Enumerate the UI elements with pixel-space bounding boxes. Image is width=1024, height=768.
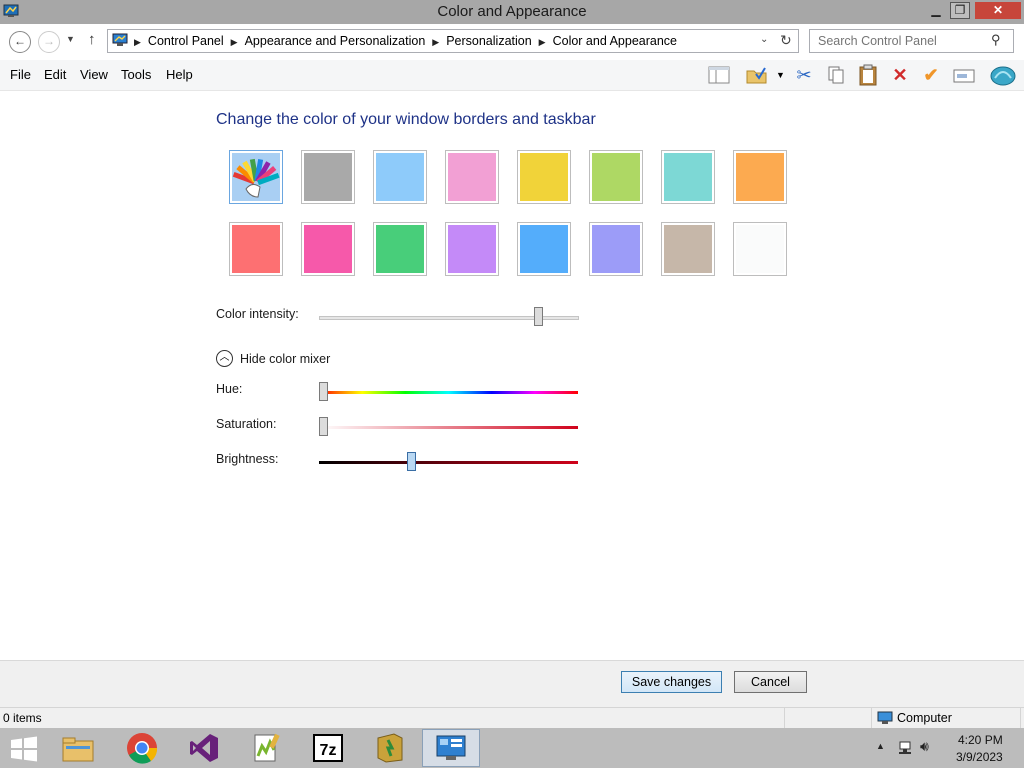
- paste-icon[interactable]: [855, 63, 881, 87]
- address-row: ← → ▼ ↑ ▶ Control Panel ▶ Appearance and Pe…: [0, 24, 1024, 60]
- brightness-slider-thumb[interactable]: [406, 452, 416, 471]
- collapse-chevron-up-icon[interactable]: ︿: [216, 350, 233, 367]
- color-swatch[interactable]: [517, 222, 571, 276]
- color-swatch[interactable]: [301, 150, 355, 204]
- breadcrumb-control-panel[interactable]: Control Panel: [148, 34, 224, 48]
- file-explorer-icon[interactable]: [49, 729, 107, 767]
- save-changes-button[interactable]: Save changes: [621, 671, 722, 693]
- saturation-slider-track[interactable]: [319, 426, 578, 429]
- chrome-icon[interactable]: [113, 729, 171, 767]
- color-swatch[interactable]: [661, 222, 715, 276]
- hue-label: Hue:: [216, 382, 243, 396]
- menu-help[interactable]: Help: [166, 67, 193, 82]
- color-swatch[interactable]: [373, 222, 427, 276]
- window-title: Color and Appearance: [437, 3, 587, 20]
- breadcrumb-color-appearance[interactable]: Color and Appearance: [553, 34, 677, 48]
- color-swatch[interactable]: [661, 150, 715, 204]
- notepad-plus-plus-icon[interactable]: [237, 729, 295, 767]
- cut-icon[interactable]: ✂: [791, 63, 817, 87]
- back-button[interactable]: ←: [9, 31, 31, 53]
- delete-icon[interactable]: ✕: [887, 63, 913, 87]
- breadcrumb-separator-icon[interactable]: ▶: [134, 37, 141, 47]
- volume-icon[interactable]: 🔊︎: [920, 738, 929, 755]
- shell-icon[interactable]: [990, 63, 1016, 87]
- breadcrumb-separator-icon[interactable]: ▶: [231, 37, 238, 47]
- color-swatch[interactable]: [229, 222, 283, 276]
- search-input[interactable]: [818, 34, 988, 48]
- menu-view[interactable]: View: [80, 67, 108, 82]
- computer-icon: [877, 711, 893, 728]
- color-swatch[interactable]: [373, 150, 427, 204]
- minimize-button[interactable]: ▁: [924, 2, 948, 19]
- pane-icon[interactable]: [706, 63, 732, 87]
- book-icon[interactable]: [361, 729, 419, 767]
- up-arrow-icon[interactable]: ↑: [88, 31, 96, 48]
- breadcrumb: ▶ Control Panel ▶ Appearance and Personaliz…: [134, 34, 677, 48]
- automatic-color-swatch[interactable]: [229, 150, 283, 204]
- status-separator: [1020, 708, 1021, 729]
- svg-text:7z: 7z: [320, 742, 337, 759]
- forward-button[interactable]: →: [38, 31, 60, 53]
- refresh-icon[interactable]: ↻: [780, 32, 792, 49]
- control-panel-icon[interactable]: [422, 729, 480, 767]
- breadcrumb-appearance[interactable]: Appearance and Personalization: [245, 34, 426, 48]
- color-fan-icon: [232, 158, 280, 198]
- status-bar: 0 items Computer: [0, 707, 1024, 729]
- show-hidden-icons-arrow-icon[interactable]: ▲: [876, 741, 885, 751]
- hue-slider-track[interactable]: [319, 391, 578, 394]
- color-swatch[interactable]: [445, 150, 499, 204]
- start-windows-icon[interactable]: [0, 729, 48, 767]
- address-bar[interactable]: ▶ Control Panel ▶ Appearance and Personaliz…: [107, 29, 799, 53]
- maximize-button[interactable]: ❐: [950, 2, 970, 19]
- copy-icon[interactable]: [823, 63, 849, 87]
- rename-icon[interactable]: [951, 63, 977, 87]
- footer: [0, 661, 1024, 707]
- clock-date[interactable]: 3/9/2023: [956, 750, 1003, 764]
- menu-bar: File Edit View Tools Help ▼ ✂ ✕ ✔: [0, 60, 1024, 91]
- folder-check-icon[interactable]: [744, 63, 770, 87]
- color-swatch[interactable]: [517, 150, 571, 204]
- control-panel-icon: [112, 33, 128, 46]
- status-item-count: 0 items: [3, 711, 42, 725]
- hide-color-mixer-link[interactable]: Hide color mixer: [240, 352, 330, 366]
- page-heading: Change the color of your window borders …: [216, 111, 596, 128]
- color-swatch[interactable]: [733, 150, 787, 204]
- cancel-button[interactable]: Cancel: [734, 671, 807, 693]
- color-swatch[interactable]: [445, 222, 499, 276]
- clock-time[interactable]: 4:20 PM: [958, 733, 1003, 747]
- title-bar: Color and Appearance ▁ ❐ ✕: [0, 0, 1024, 24]
- check-icon[interactable]: ✔: [918, 63, 944, 87]
- breadcrumb-separator-icon[interactable]: ▶: [539, 37, 546, 47]
- saturation-slider-thumb[interactable]: [319, 417, 328, 436]
- address-dropdown-chevron-icon[interactable]: ⌄: [760, 34, 768, 45]
- taskbar: 7z ▲ 🔊︎: [0, 728, 1024, 768]
- search-icon[interactable]: ⚲: [991, 32, 1001, 48]
- menu-edit[interactable]: Edit: [44, 67, 66, 82]
- menu-file[interactable]: File: [10, 67, 31, 82]
- brightness-label: Brightness:: [216, 452, 279, 466]
- close-button[interactable]: ✕: [975, 2, 1021, 19]
- status-location: Computer: [897, 711, 952, 725]
- color-swatch[interactable]: [589, 222, 643, 276]
- breadcrumb-personalization[interactable]: Personalization: [446, 34, 531, 48]
- color-intensity-label: Color intensity:: [216, 307, 299, 321]
- network-icon[interactable]: [898, 739, 914, 758]
- status-separator: [784, 708, 785, 729]
- organize-dropdown-icon[interactable]: ▼: [776, 70, 785, 80]
- hue-slider-thumb[interactable]: [319, 382, 328, 401]
- menu-tools[interactable]: Tools: [121, 67, 151, 82]
- breadcrumb-separator-icon[interactable]: ▶: [432, 37, 439, 47]
- seven-zip-icon[interactable]: 7z: [299, 729, 357, 767]
- brightness-slider-track[interactable]: [319, 461, 578, 464]
- saturation-label: Saturation:: [216, 417, 277, 431]
- color-intensity-slider-thumb[interactable]: [534, 307, 543, 326]
- search-box[interactable]: ⚲: [809, 29, 1014, 53]
- color-swatch[interactable]: [589, 150, 643, 204]
- recent-locations-chevron-icon[interactable]: ▼: [66, 34, 75, 44]
- color-swatch[interactable]: [301, 222, 355, 276]
- color-swatch[interactable]: [733, 222, 787, 276]
- visual-studio-icon[interactable]: [175, 729, 233, 767]
- status-separator: [871, 708, 872, 729]
